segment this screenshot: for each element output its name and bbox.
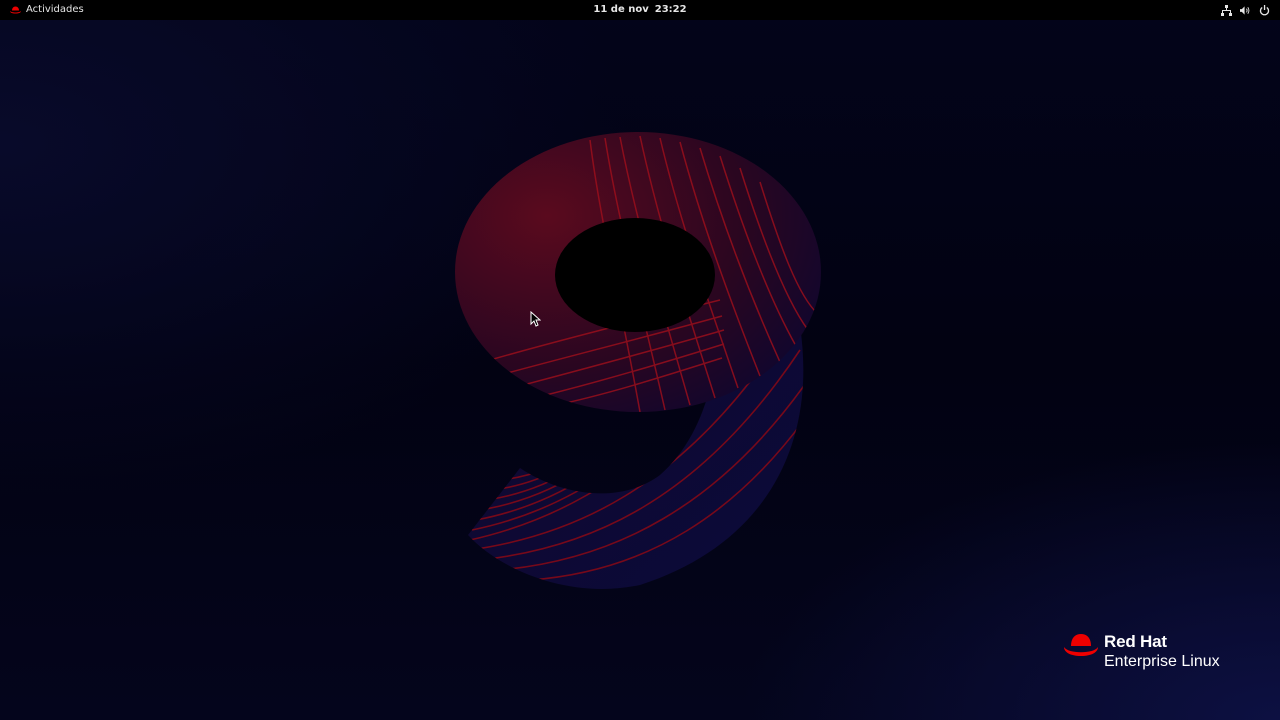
desktop-screen: Actividades 11 de nov 23:22 Red Hat Ente… — [0, 0, 1280, 720]
system-tray[interactable] — [1221, 0, 1270, 20]
brand-line-redhat: Red Hat — [1104, 632, 1167, 651]
clock-time: 23:22 — [654, 4, 687, 15]
redhat-hat-icon — [1064, 634, 1098, 656]
top-panel: Actividades 11 de nov 23:22 — [0, 0, 1280, 20]
brand-line-enterprise-linux: Enterprise Linux — [1104, 653, 1220, 670]
redhat-enterprise-linux-logo: Red Hat Enterprise Linux — [1064, 632, 1220, 671]
clock[interactable]: 11 de nov 23:22 — [0, 0, 1280, 20]
network-icon[interactable] — [1221, 4, 1232, 16]
clock-date: 11 de nov — [593, 4, 649, 15]
power-icon[interactable] — [1259, 4, 1270, 16]
mouse-pointer-icon — [530, 311, 541, 327]
volume-icon[interactable] — [1240, 5, 1251, 16]
wallpaper-nine-graphic — [455, 132, 821, 589]
